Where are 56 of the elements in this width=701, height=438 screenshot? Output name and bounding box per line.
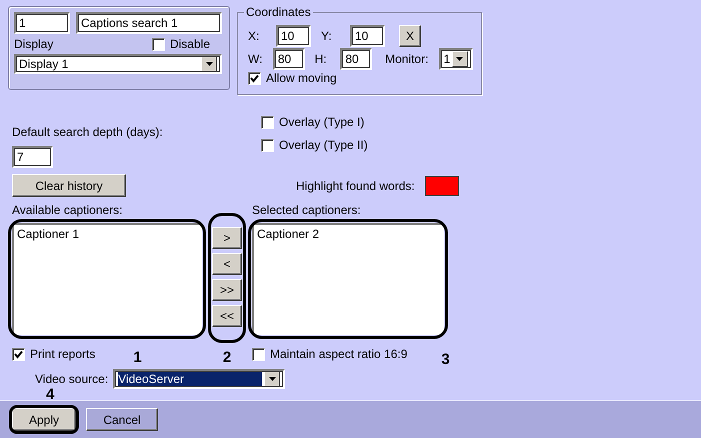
caret-icon xyxy=(268,377,276,381)
video-source-select[interactable]: VideoServer xyxy=(113,369,286,389)
move-button[interactable]: << xyxy=(212,305,242,327)
input-field[interactable]: 10 xyxy=(276,25,311,47)
input-field[interactable]: 10 xyxy=(350,25,385,47)
checkbox[interactable] xyxy=(252,348,265,360)
allow-moving-label: Allow moving xyxy=(266,71,337,85)
display-select[interactable]: Display 1 xyxy=(14,54,222,74)
group-title: Coordinates xyxy=(244,5,313,19)
cancel-button[interactable]: Cancel xyxy=(86,408,158,431)
checkbox[interactable] xyxy=(261,116,274,128)
callout-number: 3 xyxy=(441,353,450,367)
caret-icon xyxy=(206,62,212,66)
color-swatch[interactable] xyxy=(424,176,459,196)
list-item[interactable]: Captioner 1 xyxy=(17,227,80,241)
name-field[interactable]: Captions search 1 xyxy=(76,12,222,34)
monitor-select[interactable]: 1 xyxy=(438,48,473,70)
input-field[interactable]: 80 xyxy=(272,48,305,70)
input-field[interactable]: 80 xyxy=(340,48,372,70)
dropdown-button[interactable] xyxy=(264,371,280,387)
callout-number: 4 xyxy=(46,388,54,402)
list-label: Selected captioners: xyxy=(252,203,362,217)
list-label: Available captioners: xyxy=(12,203,124,217)
aspect-ratio-label: Maintain aspect ratio 16:9 xyxy=(270,347,408,361)
overlay-label: Overlay (Type I) xyxy=(279,115,364,129)
monitor-label: Monitor: xyxy=(385,52,430,66)
callout-number: 1 xyxy=(133,351,142,365)
disable-label: Disable xyxy=(170,37,210,51)
move-button[interactable]: < xyxy=(212,253,242,275)
checkbox[interactable] xyxy=(248,72,261,84)
list-item[interactable]: Captioner 2 xyxy=(257,227,320,241)
display-label: Display xyxy=(14,37,54,51)
checkbox[interactable] xyxy=(12,348,25,360)
apply-button[interactable]: Apply xyxy=(12,408,76,431)
w-label: W: xyxy=(248,52,264,66)
search-depth-field[interactable]: 7 xyxy=(12,146,53,168)
search-depth-label: Default search depth (days): xyxy=(12,125,164,139)
dropdown-button[interactable] xyxy=(201,56,217,72)
checkbox[interactable] xyxy=(261,138,274,152)
callout-number: 2 xyxy=(222,351,232,365)
caret-icon xyxy=(456,57,464,61)
checkbox[interactable] xyxy=(152,38,165,50)
reset-button[interactable]: X xyxy=(399,25,421,47)
y-label: Y: xyxy=(321,29,333,43)
highlight-label: Highlight found words: xyxy=(296,178,415,192)
print-reports-label: Print reports xyxy=(30,347,96,361)
move-button[interactable]: >> xyxy=(212,279,242,301)
dropdown-button[interactable] xyxy=(452,51,468,67)
clear-history-button[interactable]: Clear history xyxy=(12,174,126,197)
highlight-outline xyxy=(9,405,79,434)
id-field[interactable]: 1 xyxy=(14,12,70,34)
x-label: X: xyxy=(248,29,260,43)
overlay-label: Overlay (Type II) xyxy=(279,138,368,152)
video-source-label: Video source: xyxy=(35,372,108,386)
h-label: H: xyxy=(314,52,328,66)
move-button[interactable]: > xyxy=(212,227,242,249)
